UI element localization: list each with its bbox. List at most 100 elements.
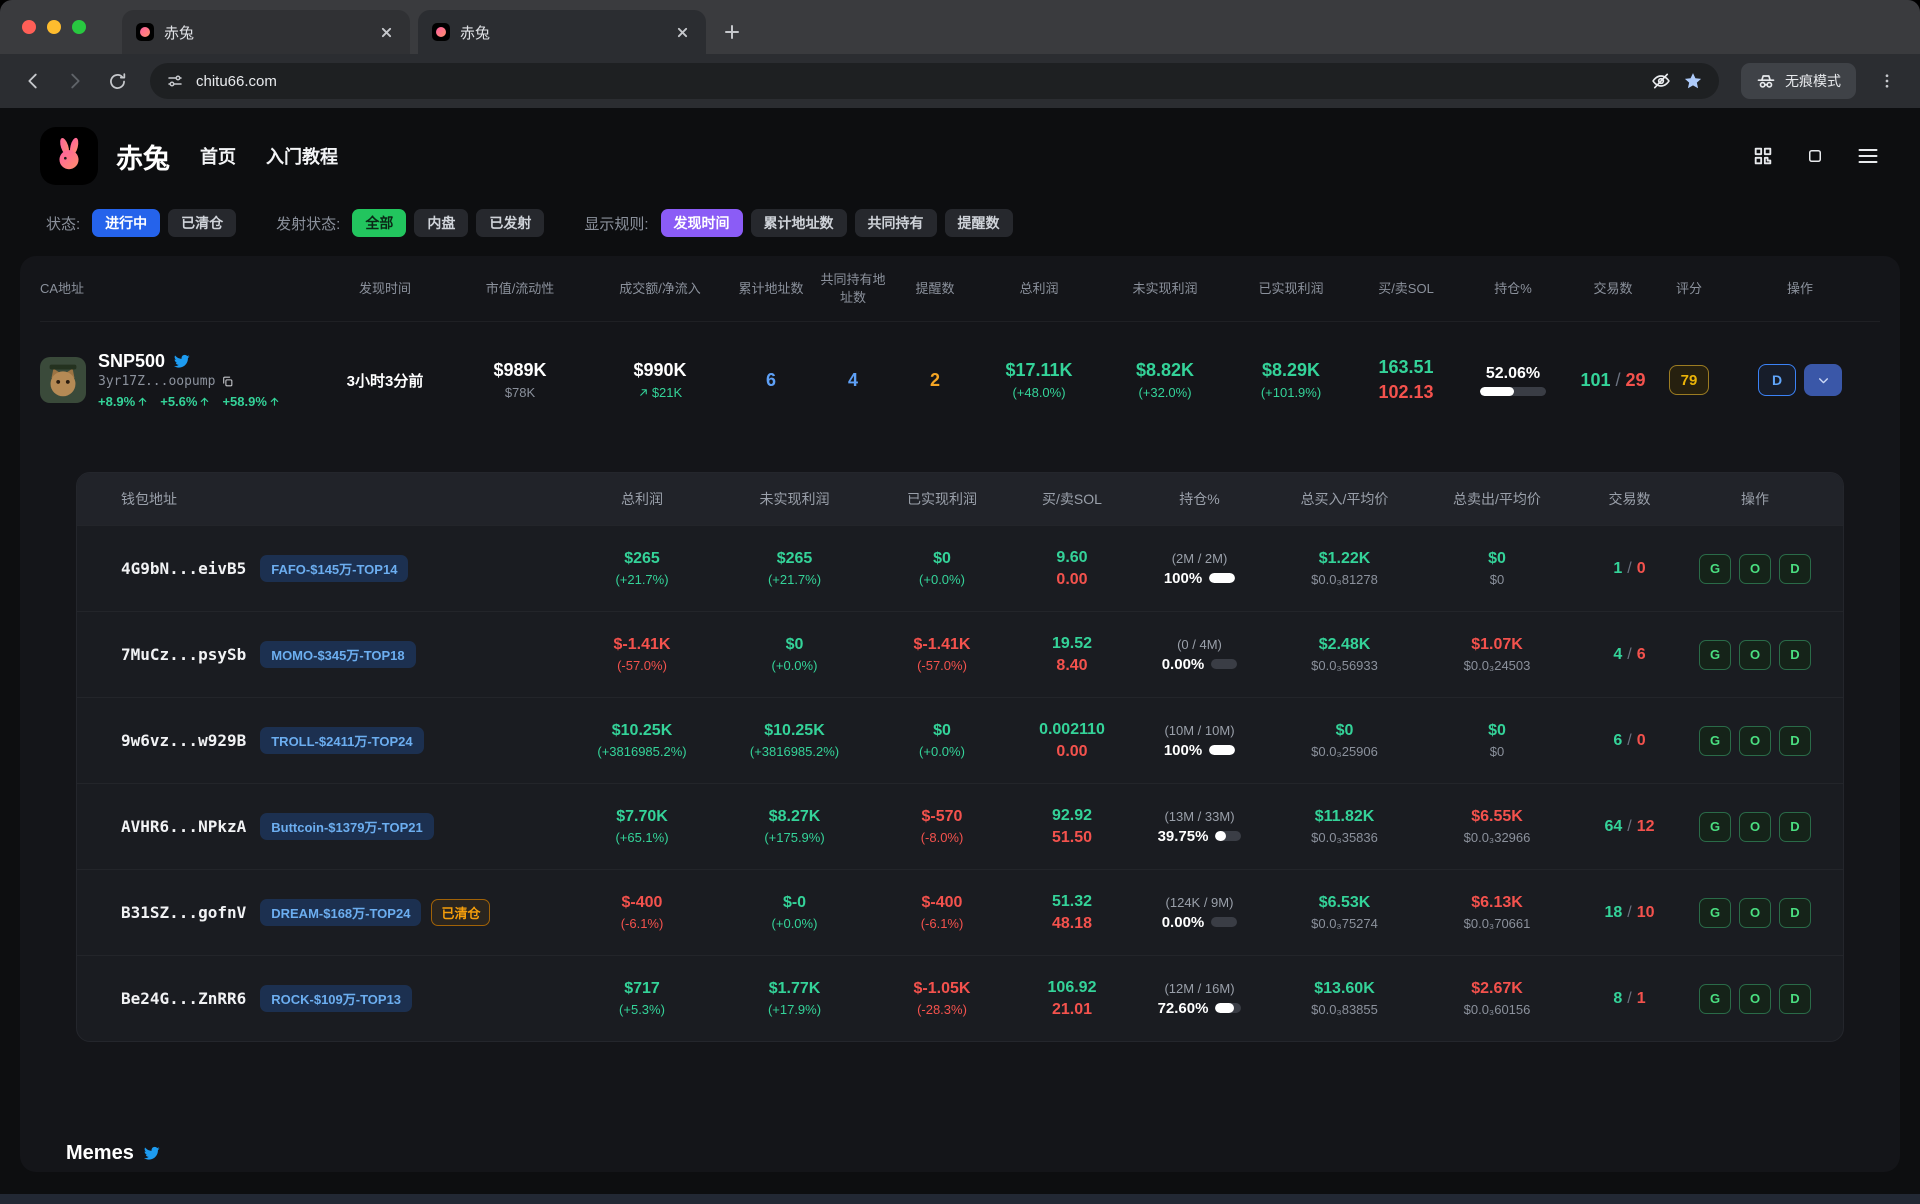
- action-o-button[interactable]: O: [1739, 898, 1771, 928]
- nav-tutorial-link[interactable]: 入门教程: [266, 143, 338, 169]
- action-o-button[interactable]: O: [1739, 726, 1771, 756]
- wallet-address[interactable]: 9w6vz...w929B: [121, 731, 246, 750]
- action-o-button[interactable]: O: [1739, 640, 1771, 670]
- forward-button[interactable]: [56, 62, 94, 100]
- qr-scan-icon[interactable]: [1752, 145, 1774, 167]
- col-score: 评分: [1658, 280, 1720, 298]
- close-window-button[interactable]: [22, 20, 36, 34]
- action-d-button[interactable]: D: [1779, 984, 1811, 1014]
- wallet-address[interactable]: AVHR6...NPkzA: [121, 817, 246, 836]
- brand-name[interactable]: 赤兔: [116, 137, 170, 176]
- action-g-button[interactable]: G: [1699, 984, 1731, 1014]
- detail-d-button[interactable]: D: [1758, 364, 1796, 396]
- wallet-address[interactable]: 7MuCz...psySb: [121, 645, 246, 664]
- url-bar[interactable]: chitu66.com: [150, 63, 1719, 99]
- wallet-row[interactable]: 9w6vz...w929B TROLL-$2411万-TOP24 $10.25K…: [77, 697, 1843, 783]
- action-g-button[interactable]: G: [1699, 726, 1731, 756]
- tx-sell-count: 29: [1626, 370, 1646, 391]
- action-g-button[interactable]: G: [1699, 554, 1731, 584]
- zoom-window-button[interactable]: [72, 20, 86, 34]
- new-tab-button[interactable]: [716, 16, 748, 48]
- action-o-button[interactable]: O: [1739, 554, 1771, 584]
- token-row[interactable]: SNP500 3yr17Z...oopump +8.9% +5.6%: [40, 322, 1880, 438]
- minimize-window-button[interactable]: [47, 20, 61, 34]
- browser-tab-1[interactable]: 赤兔: [122, 10, 410, 54]
- nav-home-link[interactable]: 首页: [200, 143, 236, 169]
- filter-status-cleared[interactable]: 已清仓: [168, 209, 236, 237]
- action-d-button[interactable]: D: [1779, 898, 1811, 928]
- filter-rule-discover-time[interactable]: 发现时间: [661, 209, 743, 237]
- sell-total: $2.67K: [1471, 980, 1523, 998]
- bookmark-star-icon[interactable]: [1683, 71, 1703, 91]
- copy-icon[interactable]: [221, 375, 234, 388]
- next-token-name[interactable]: Memes: [66, 1142, 134, 1165]
- token-position-tag[interactable]: MOMO-$345万-TOP18: [260, 641, 415, 668]
- action-o-button[interactable]: O: [1739, 984, 1771, 1014]
- site-logo[interactable]: [40, 127, 98, 185]
- filter-rule-common-hold[interactable]: 共同持有: [855, 209, 937, 237]
- total-profit-pct: (+48.0%): [1012, 385, 1065, 400]
- browser-menu-icon[interactable]: [1868, 62, 1906, 100]
- action-d-button[interactable]: D: [1779, 554, 1811, 584]
- token-position-tag[interactable]: DREAM-$168万-TOP24: [260, 899, 421, 926]
- total-profit: $-1.41K: [614, 636, 671, 654]
- close-tab-icon[interactable]: [376, 22, 396, 42]
- wallet-table-header: 钱包地址 总利润 未实现利润 已实现利润 买/卖SOL 持仓% 总买入/平均价 …: [77, 473, 1843, 525]
- wallet-row[interactable]: B31SZ...gofnV DREAM-$168万-TOP24 已清仓 $-40…: [77, 869, 1843, 955]
- filter-launch-inner[interactable]: 内盘: [414, 209, 468, 237]
- reload-button[interactable]: [98, 62, 136, 100]
- action-g-button[interactable]: G: [1699, 898, 1731, 928]
- back-button[interactable]: [14, 62, 52, 100]
- action-d-button[interactable]: D: [1779, 726, 1811, 756]
- wallet-row[interactable]: 4G9bN...eivB5 FAFO-$145万-TOP14 $265(+21.…: [77, 525, 1843, 611]
- wallet-row[interactable]: AVHR6...NPkzA Buttcoin-$1379万-TOP21 $7.7…: [77, 783, 1843, 869]
- twitter-icon[interactable]: [173, 353, 190, 370]
- wallet-address[interactable]: B31SZ...gofnV: [121, 903, 246, 922]
- filter-launch-all[interactable]: 全部: [352, 209, 406, 237]
- holdings: (12M / 16M): [1164, 981, 1234, 996]
- position-mini-bar: [1209, 573, 1235, 583]
- tab-title: 赤兔: [460, 22, 662, 43]
- change-1h: +5.6%: [160, 394, 197, 409]
- token-position-tag[interactable]: FAFO-$145万-TOP14: [260, 555, 408, 582]
- col-wallet-address: 钱包地址: [97, 489, 567, 509]
- action-g-button[interactable]: G: [1699, 640, 1731, 670]
- action-d-button[interactable]: D: [1779, 812, 1811, 842]
- tx-sell-count: 1: [1637, 990, 1646, 1008]
- action-g-button[interactable]: G: [1699, 812, 1731, 842]
- action-o-button[interactable]: O: [1739, 812, 1771, 842]
- position-mini-bar: [1211, 659, 1237, 669]
- token-position-tag[interactable]: Buttcoin-$1379万-TOP21: [260, 813, 433, 840]
- tx-sell-count: 0: [1637, 560, 1646, 578]
- wallet-row[interactable]: Be24G...ZnRR6 ROCK-$109万-TOP13 $717(+5.3…: [77, 955, 1843, 1041]
- unrealized-pct: (+32.0%): [1138, 385, 1191, 400]
- browser-tab-2-active[interactable]: 赤兔: [418, 10, 706, 54]
- holdings: (10M / 10M): [1164, 723, 1234, 738]
- tx-sell-count: 6: [1637, 646, 1646, 664]
- token-name[interactable]: SNP500: [98, 351, 165, 372]
- site-settings-icon[interactable]: [166, 72, 184, 90]
- menu-hamburger-icon[interactable]: [1856, 144, 1880, 168]
- filter-status-active[interactable]: 进行中: [92, 209, 160, 237]
- sell-avg-price: $0.0₃60156: [1464, 1002, 1531, 1017]
- close-tab-icon[interactable]: [672, 22, 692, 42]
- filter-rule-address-count[interactable]: 累计地址数: [751, 209, 847, 237]
- holdings: (0 / 4M): [1177, 637, 1222, 652]
- holdings: (13M / 33M): [1164, 809, 1234, 824]
- stop-square-icon[interactable]: [1806, 147, 1824, 165]
- twitter-icon[interactable]: [143, 1145, 160, 1162]
- filter-launch-launched[interactable]: 已发射: [476, 209, 544, 237]
- next-token-section[interactable]: Memes: [66, 1142, 1880, 1165]
- contract-address[interactable]: 3yr17Z...oopump: [98, 374, 215, 389]
- filter-rule-alert-count[interactable]: 提醒数: [945, 209, 1013, 237]
- token-position-tag[interactable]: TROLL-$2411万-TOP24: [260, 727, 423, 754]
- wallet-address[interactable]: Be24G...ZnRR6: [121, 989, 246, 1008]
- change-5m: +8.9%: [98, 394, 135, 409]
- token-position-tag[interactable]: ROCK-$109万-TOP13: [260, 985, 412, 1012]
- collapse-button[interactable]: [1804, 364, 1842, 396]
- eye-off-icon[interactable]: [1651, 71, 1671, 91]
- wallet-address[interactable]: 4G9bN...eivB5: [121, 559, 246, 578]
- buy-sol: 106.92: [1048, 979, 1097, 997]
- action-d-button[interactable]: D: [1779, 640, 1811, 670]
- wallet-row[interactable]: 7MuCz...psySb MOMO-$345万-TOP18 $-1.41K(-…: [77, 611, 1843, 697]
